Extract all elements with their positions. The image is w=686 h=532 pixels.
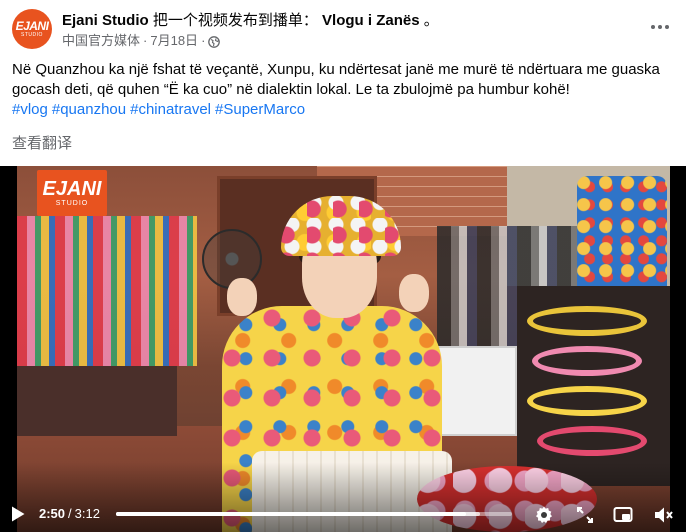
video-player[interactable]: EJANI STUDIO 2:50/3:12 — [0, 166, 686, 532]
flower-garland — [532, 346, 642, 376]
page-category-label: 中国官方媒体 — [62, 33, 141, 48]
volume-muted-icon[interactable] — [653, 504, 675, 526]
play-icon[interactable] — [10, 505, 26, 523]
avatar[interactable]: EJANI STUDIO — [12, 9, 52, 49]
flower-garland — [527, 306, 647, 336]
duration: 3:12 — [74, 506, 100, 521]
post-text: Në Quanzhou ka një fshat të veçantë, Xun… — [12, 61, 660, 98]
current-time: 2:50 — [39, 506, 66, 521]
studio-watermark: EJANI STUDIO — [37, 170, 107, 216]
flower-garland — [537, 426, 647, 456]
post-date-link[interactable]: 7月18日 — [150, 32, 198, 49]
avatar-logo-text: EJANI — [15, 19, 49, 33]
shoe-shelf — [17, 366, 177, 436]
picture-in-picture-icon[interactable] — [612, 504, 634, 526]
flower-garland-rack — [517, 286, 670, 486]
post-meta: 中国官方媒体 · 7月18日 · — [62, 32, 221, 49]
time-display: 2:50/3:12 — [39, 505, 100, 523]
expand-icon[interactable] — [574, 504, 596, 526]
more-options-icon[interactable] — [646, 15, 674, 39]
post-body: Në Quanzhou ka një fshat të veçantë, Xun… — [12, 60, 674, 120]
presenter-hand-left — [227, 278, 257, 316]
globe-icon[interactable] — [208, 35, 221, 48]
presenter-hand-right — [399, 274, 429, 312]
settings-gear-icon[interactable] — [533, 504, 555, 526]
meta-separator-2: · — [201, 33, 206, 48]
hashtag-link[interactable]: #chinatravel — [130, 101, 211, 118]
hashtag-list: #vlog #quanzhou #chinatravel #SuperMarco — [12, 100, 674, 120]
share-action-text: 把一个视频发布到播单： — [152, 12, 318, 29]
playlist-name-link[interactable]: Vlogu i Zanës — [322, 12, 420, 29]
post-title-line: Ejani Studio 把一个视频发布到播单： Vlogu i Zanës 。 — [62, 11, 439, 31]
time-separator: / — [68, 506, 72, 521]
progress-played — [116, 512, 467, 516]
avatar-logo-subtext: STUDIO — [21, 32, 43, 38]
progress-bar[interactable] — [116, 512, 512, 516]
meta-separator: · — [143, 33, 148, 48]
page-name-link[interactable]: Ejani Studio — [62, 12, 149, 29]
watermark-subtext: STUDIO — [55, 199, 89, 207]
clothes-rack-left — [17, 216, 197, 366]
hashtag-link[interactable]: #quanzhou — [52, 101, 126, 118]
hashtag-link[interactable]: #vlog — [12, 101, 48, 118]
watermark-text: EJANI — [42, 177, 102, 200]
share-suffix-text: 。 — [423, 12, 439, 29]
video-controls: 2:50/3:12 — [0, 496, 686, 532]
post-header: EJANI STUDIO Ejani Studio 把一个视频发布到播单： Vl… — [12, 9, 674, 53]
mannequin — [577, 176, 667, 286]
see-translation-link[interactable]: 查看翻译 — [12, 134, 72, 154]
flower-garland — [527, 386, 647, 416]
hashtag-link[interactable]: #SuperMarco — [215, 101, 305, 118]
